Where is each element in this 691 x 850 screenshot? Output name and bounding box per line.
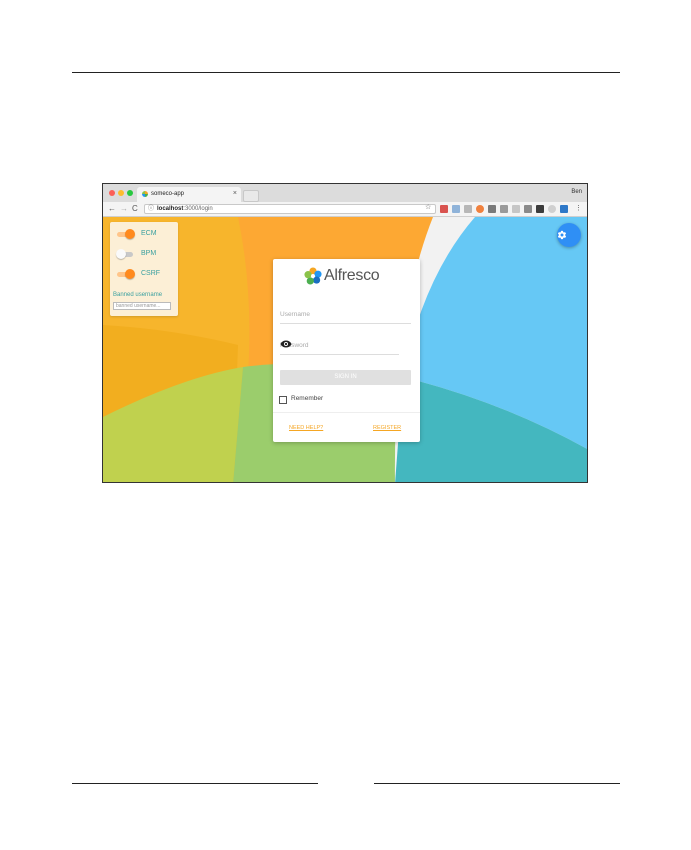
url-host: localhost xyxy=(157,206,184,212)
toggle-knob xyxy=(125,229,135,239)
toggle-knob xyxy=(125,269,135,279)
extension-icon[interactable] xyxy=(476,205,484,213)
browser-window: someco-app × Ben ← → C ⓘ localhost:3000/… xyxy=(102,183,588,483)
extension-icon[interactable] xyxy=(452,205,460,213)
maximize-window-button[interactable] xyxy=(127,190,133,196)
banned-username-label: Banned username xyxy=(113,292,163,298)
extension-icon[interactable] xyxy=(500,205,508,213)
extension-icon[interactable] xyxy=(548,205,556,213)
calendar-extension-icon[interactable] xyxy=(440,205,448,213)
alfresco-logo: Alfresco xyxy=(304,267,394,287)
browser-toolbar: ← → C ⓘ localhost:3000/login ☆ ⋮ xyxy=(103,202,587,217)
bottom-rule-right xyxy=(374,783,620,784)
address-bar[interactable]: ⓘ localhost:3000/login xyxy=(144,204,436,214)
favicon-icon xyxy=(142,191,148,197)
username-field[interactable]: Username xyxy=(280,309,411,324)
toggle-label: ECM xyxy=(141,230,157,237)
eye-icon[interactable] xyxy=(280,340,292,348)
browser-menu-icon[interactable]: ⋮ xyxy=(575,204,582,212)
extension-icon[interactable] xyxy=(560,205,568,213)
settings-panel: ECM BPM CSRF Banned username banned user… xyxy=(110,222,178,316)
reload-icon[interactable]: C xyxy=(132,204,138,213)
password-field[interactable]: Password xyxy=(280,340,399,355)
app-page: ECM BPM CSRF Banned username banned user… xyxy=(103,217,587,482)
tab-close-icon[interactable]: × xyxy=(233,190,237,197)
sign-in-button[interactable]: SIGN IN xyxy=(280,370,411,385)
extension-icon[interactable] xyxy=(464,205,472,213)
toggle-knob xyxy=(116,249,126,259)
bottom-rule-left xyxy=(72,783,318,784)
extension-icon[interactable] xyxy=(512,205,520,213)
remember-label: Remember xyxy=(291,395,324,402)
toggle-label: BPM xyxy=(141,250,157,257)
register-link[interactable]: REGISTER xyxy=(373,425,401,431)
remember-checkbox[interactable] xyxy=(279,396,287,404)
star-icon[interactable]: ☆ xyxy=(425,203,431,211)
extension-icon[interactable] xyxy=(524,205,532,213)
logo-text: Alfresco xyxy=(324,267,380,284)
card-divider xyxy=(273,412,420,413)
profile-name[interactable]: Ben xyxy=(571,189,582,195)
need-help-link[interactable]: NEED HELP? xyxy=(289,425,323,431)
toggle-ecm[interactable]: ECM xyxy=(117,229,177,241)
back-icon[interactable]: ← xyxy=(108,204,116,213)
url-path: :3000/login xyxy=(183,206,213,212)
toggle-bpm[interactable]: BPM xyxy=(116,249,177,261)
extension-icon[interactable] xyxy=(488,205,496,213)
tab-bar: someco-app × Ben xyxy=(103,184,587,202)
close-window-button[interactable] xyxy=(109,190,115,196)
username-placeholder: Username xyxy=(280,311,310,318)
tab-title: someco-app xyxy=(151,191,185,197)
settings-fab-button[interactable] xyxy=(557,223,581,247)
banned-username-input[interactable]: banned username... xyxy=(113,302,171,310)
remember-checkbox-row[interactable]: Remember xyxy=(279,395,359,405)
minimize-window-button[interactable] xyxy=(118,190,124,196)
extension-icon[interactable] xyxy=(536,205,544,213)
top-rule xyxy=(72,72,620,73)
toggle-label: CSRF xyxy=(141,270,161,277)
browser-tab[interactable]: someco-app × xyxy=(137,187,241,202)
forward-icon[interactable]: → xyxy=(120,204,128,213)
login-card: Alfresco Username Password SIGN IN Remem… xyxy=(273,259,420,442)
gear-icon xyxy=(557,230,567,240)
new-tab-button[interactable] xyxy=(243,190,259,202)
toggle-csrf[interactable]: CSRF xyxy=(117,269,177,281)
info-icon[interactable]: ⓘ xyxy=(148,205,154,213)
alfresco-flower-icon xyxy=(304,267,322,285)
